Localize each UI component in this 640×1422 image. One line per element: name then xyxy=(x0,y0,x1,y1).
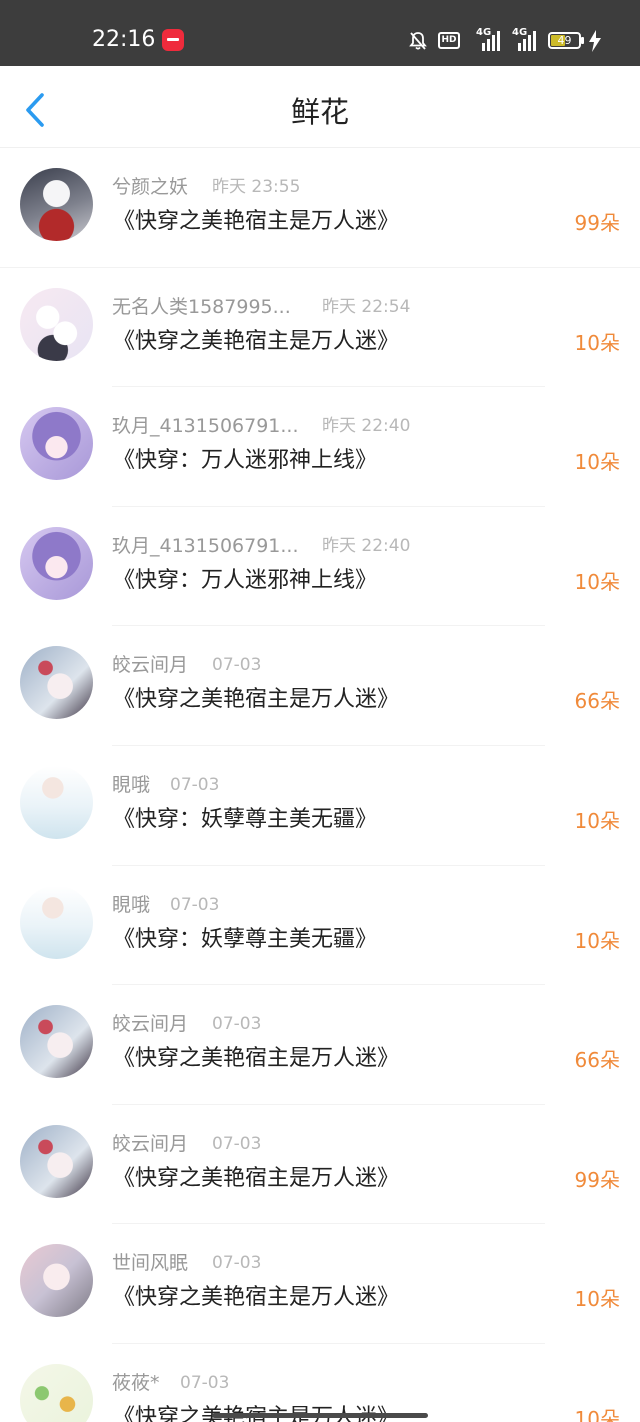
avatar[interactable] xyxy=(20,168,93,241)
avatar[interactable] xyxy=(20,526,93,600)
avatar[interactable] xyxy=(20,1124,93,1198)
time: 07-03 xyxy=(170,774,220,795)
status-time: 22:16 xyxy=(92,27,156,52)
avatar[interactable] xyxy=(20,407,93,481)
time: 07-03 xyxy=(212,1253,262,1274)
flower-count: 10朵 xyxy=(574,808,620,833)
book-title: 《快穿之美艳宿主是万人迷》 xyxy=(113,1402,399,1422)
time: 昨天 22:40 xyxy=(322,535,411,556)
flower-count: 66朵 xyxy=(574,689,620,714)
username: 皎云间月 xyxy=(112,1013,189,1036)
flower-count: 66朵 xyxy=(574,1048,620,1073)
flower-count: 10朵 xyxy=(574,1287,620,1312)
book-title: 《快穿：万人迷邪神上线》 xyxy=(113,448,378,474)
hd-icon: HD xyxy=(438,32,460,49)
avatar[interactable] xyxy=(20,885,93,959)
list-item[interactable]: 兮颜之妖 昨天 23:55 《快穿之美艳宿主是万人迷》 99朵 xyxy=(0,148,640,268)
username: 莜莜* xyxy=(112,1371,160,1394)
username: 睍哦 xyxy=(112,893,151,916)
list-item[interactable]: 无名人类1587995... 昨天 22:54 《快穿之美艳宿主是万人迷》 10… xyxy=(0,268,640,388)
username: 玖月_4131506791... xyxy=(112,534,299,557)
time: 昨天 22:40 xyxy=(322,416,411,437)
book-title: 《快穿之美艳宿主是万人迷》 xyxy=(113,1285,400,1311)
time: 07-03 xyxy=(180,1372,230,1393)
flower-list: 兮颜之妖 昨天 23:55 《快穿之美艳宿主是万人迷》 99朵 无名人类1587… xyxy=(0,148,640,1422)
book-title: 《快穿之美艳宿主是万人迷》 xyxy=(113,209,400,234)
list-item[interactable]: 睍哦 07-03 《快穿：妖孽尊主美无疆》 10朵 xyxy=(0,866,640,986)
battery-icon: 49 xyxy=(548,32,581,49)
avatar[interactable] xyxy=(20,646,93,720)
username: 兮颜之妖 xyxy=(112,176,189,198)
flower-count: 10朵 xyxy=(574,450,620,475)
page-title: 鲜花 xyxy=(290,95,349,129)
header: 鲜花 xyxy=(0,66,640,148)
charging-icon xyxy=(589,30,601,52)
flower-count: 10朵 xyxy=(574,1406,620,1422)
time: 07-03 xyxy=(212,655,262,676)
time: 07-03 xyxy=(212,1133,262,1154)
list-item[interactable]: 皎云间月 07-03 《快穿之美艳宿主是万人迷》 99朵 xyxy=(0,1105,640,1225)
home-indicator[interactable] xyxy=(212,1413,428,1418)
book-title: 《快穿之美艳宿主是万人迷》 xyxy=(113,1165,400,1191)
username: 皎云间月 xyxy=(112,1132,189,1155)
book-title: 《快穿：万人迷邪神上线》 xyxy=(113,567,378,593)
username: 无名人类1587995... xyxy=(112,295,291,318)
time: 昨天 23:55 xyxy=(212,177,301,197)
username: 睍哦 xyxy=(112,773,151,796)
avatar[interactable] xyxy=(20,765,93,839)
time: 07-03 xyxy=(170,894,220,915)
flower-count: 10朵 xyxy=(574,928,620,953)
flower-count: 10朵 xyxy=(574,569,620,594)
username: 玖月_4131506791... xyxy=(112,415,299,438)
list-item[interactable]: 玖月_4131506791... 昨天 22:40 《快穿：万人迷邪神上线》 1… xyxy=(0,507,640,627)
username: 世间风眠 xyxy=(112,1252,189,1275)
flower-count: 99朵 xyxy=(574,211,620,235)
book-title: 《快穿之美艳宿主是万人迷》 xyxy=(113,328,400,354)
list-item[interactable]: 世间风眠 07-03 《快穿之美艳宿主是万人迷》 10朵 xyxy=(0,1224,640,1344)
list-item[interactable]: 皎云间月 07-03 《快穿之美艳宿主是万人迷》 66朵 xyxy=(0,985,640,1105)
time: 07-03 xyxy=(212,1014,262,1035)
book-title: 《快穿：妖孽尊主美无疆》 xyxy=(113,806,378,832)
avatar[interactable] xyxy=(20,287,93,361)
book-title: 《快穿之美艳宿主是万人迷》 xyxy=(113,1046,400,1072)
status-bar: 22:16 HD 4G 4G 49 xyxy=(0,0,640,66)
signal-icon: 4G xyxy=(476,27,502,51)
username: 皎云间月 xyxy=(112,654,189,677)
flower-count: 99朵 xyxy=(574,1167,620,1192)
signal-icon-2: 4G xyxy=(512,27,538,51)
bell-muted-icon xyxy=(409,32,427,50)
book-title: 《快穿：妖孽尊主美无疆》 xyxy=(113,926,378,952)
list-item[interactable]: 睍哦 07-03 《快穿：妖孽尊主美无疆》 10朵 xyxy=(0,746,640,866)
list-item[interactable]: 莜莜* 07-03 《快穿之美艳宿主是万人迷》 10朵 xyxy=(0,1344,640,1422)
list-item[interactable]: 玖月_4131506791... 昨天 22:40 《快穿：万人迷邪神上线》 1… xyxy=(0,387,640,507)
time: 昨天 22:54 xyxy=(322,296,411,317)
book-title: 《快穿之美艳宿主是万人迷》 xyxy=(113,687,400,713)
battery-level: 49 xyxy=(557,34,572,47)
list-item[interactable]: 皎云间月 07-03 《快穿之美艳宿主是万人迷》 66朵 xyxy=(0,626,640,746)
flower-count: 10朵 xyxy=(574,330,620,355)
app-notification-icon xyxy=(162,29,184,51)
avatar[interactable] xyxy=(20,1363,93,1422)
status-icons: HD 4G 4G 49 xyxy=(408,27,608,53)
avatar[interactable] xyxy=(20,1005,93,1079)
avatar[interactable] xyxy=(20,1244,93,1318)
